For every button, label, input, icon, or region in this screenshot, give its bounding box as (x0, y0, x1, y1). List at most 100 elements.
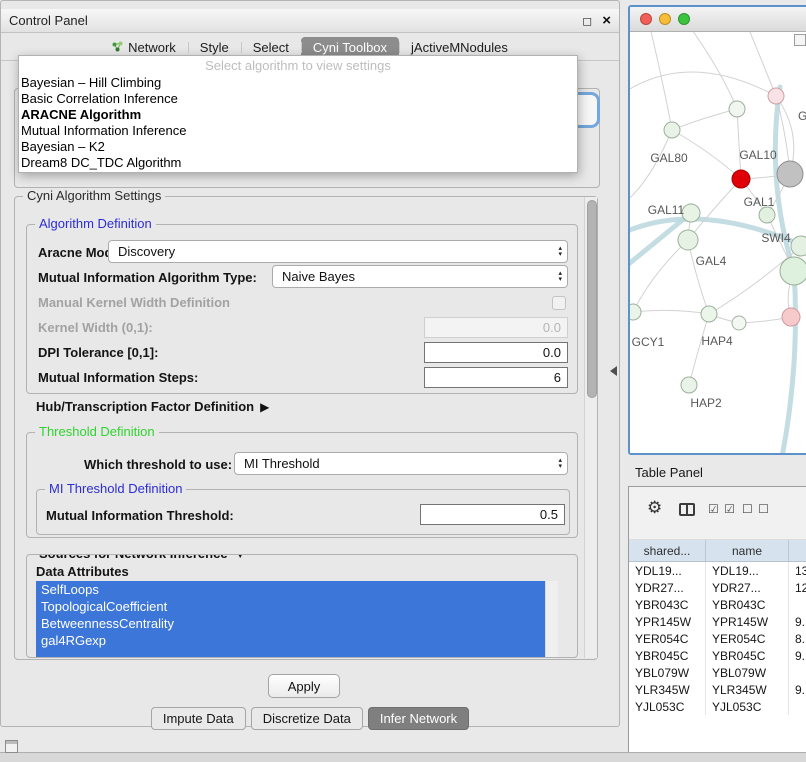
network-node[interactable] (768, 88, 784, 104)
mac-zoom-button[interactable] (678, 13, 690, 25)
view-control-button[interactable] (794, 34, 806, 46)
column-header[interactable]: shared... (629, 540, 706, 561)
list-item[interactable]: BetweennessCentrality (36, 615, 545, 632)
network-node[interactable] (732, 170, 750, 188)
network-node[interactable] (782, 308, 800, 326)
table-cell: 9. (789, 681, 806, 698)
network-node[interactable] (701, 306, 717, 322)
dropdown-item[interactable]: Dream8 DC_TDC Algorithm (19, 155, 577, 171)
manual-kernel-width-label: Manual Kernel Width Definition (38, 295, 230, 310)
table-row[interactable]: YBR045CYBR045C9. (629, 647, 806, 664)
network-node[interactable] (732, 316, 746, 330)
dropdown-item[interactable]: ARACNE Algorithm (19, 107, 577, 123)
data-attributes-label: Data Attributes (36, 564, 129, 579)
bottom-tab-infer-network[interactable]: Infer Network (368, 707, 469, 730)
list-item-partial[interactable] (36, 649, 545, 657)
float-window-icon[interactable]: ◻ (582, 14, 592, 28)
dpi-tolerance-field[interactable] (424, 342, 568, 363)
which-threshold-select[interactable]: MI Threshold ▴▾ (234, 452, 568, 475)
network-edge[interactable] (748, 32, 776, 96)
network-edge[interactable] (688, 240, 709, 314)
select-all-columns-icon[interactable]: ☑ ☑ (708, 502, 736, 516)
network-edge[interactable] (630, 72, 776, 96)
apply-button[interactable]: Apply (268, 674, 340, 698)
kernel-width-field[interactable] (424, 317, 568, 338)
network-node[interactable] (678, 230, 698, 250)
data-attributes-list[interactable]: SelfLoopsTopologicalCoefficientBetweenne… (36, 581, 558, 657)
node-label: GAL11 (648, 203, 685, 217)
manual-kernel-width-checkbox[interactable] (552, 296, 566, 310)
dropdown-item[interactable]: Mutual Information Inference (19, 123, 577, 139)
expanded-arrow-icon[interactable]: ▼ (235, 554, 245, 561)
show-columns-icon[interactable] (679, 503, 695, 516)
mac-close-button[interactable] (640, 13, 652, 25)
network-node[interactable] (759, 207, 775, 223)
mi-steps-label: Mutual Information Steps: (38, 370, 198, 385)
network-edge[interactable] (672, 109, 737, 130)
node-label: GAL4 (696, 254, 727, 268)
table-row[interactable]: YBR043CYBR043C (629, 596, 806, 613)
table-row[interactable]: YPR145WYPR145W9. (629, 613, 806, 630)
list-item[interactable]: TopologicalCoefficient (36, 598, 545, 615)
network-edge[interactable] (633, 310, 709, 314)
table-cell: YBR045C (706, 647, 789, 664)
mi-steps-field[interactable] (424, 367, 568, 388)
network-graph[interactable]: GAL80GAL10GALGAL1GAL11SWI4GAL4GCY1HAP4HA… (630, 32, 806, 453)
panel-collapse-arrow[interactable] (610, 366, 617, 376)
desktop: Control Panel ◻ × NetworkStyleSelectCyni… (0, 0, 806, 762)
network-node[interactable] (681, 377, 697, 393)
control-panel-titlebar[interactable]: Control Panel ◻ × (1, 9, 619, 33)
table-row[interactable]: YJL053CYJL053C (629, 698, 806, 715)
dropdown-item[interactable]: Basic Correlation Inference (19, 91, 577, 107)
table-cell: YDL19... (706, 562, 789, 579)
dropdown-item[interactable]: Bayesian – Hill Climbing (19, 75, 577, 91)
network-edge[interactable] (689, 314, 709, 385)
settings-scrollbar[interactable] (584, 197, 597, 658)
column-header[interactable]: name (706, 540, 789, 561)
table-row[interactable]: YLR345WYLR345W9. (629, 681, 806, 698)
table-cell: YDR27... (706, 579, 789, 596)
close-window-icon[interactable]: × (602, 13, 611, 28)
docked-window-icon[interactable] (5, 740, 18, 753)
table-row[interactable]: YER054CYER054C8. (629, 630, 806, 647)
scrollbar-thumb[interactable] (587, 200, 597, 398)
list-item[interactable]: gal4RGexp (36, 632, 545, 649)
network-node[interactable] (729, 101, 745, 117)
aracne-mode-select[interactable]: Discovery ▴▾ (108, 240, 568, 263)
network-node[interactable] (664, 122, 680, 138)
mac-minimize-button[interactable] (659, 13, 671, 25)
bottom-tab-discretize-data[interactable]: Discretize Data (251, 707, 363, 730)
table-row[interactable]: YDR27...YDR27...12 (629, 579, 806, 596)
hub-definition-section[interactable]: Hub/Transcription Factor Definition ▶ (36, 399, 269, 414)
network-edge[interactable] (630, 130, 672, 202)
mi-algorithm-type-select[interactable]: Naive Bayes ▴▾ (272, 265, 568, 288)
collapsed-arrow-icon[interactable]: ▶ (260, 400, 269, 414)
network-canvas[interactable]: GAL80GAL10GALGAL1GAL11SWI4GAL4GCY1HAP4HA… (630, 32, 806, 453)
network-window-titlebar[interactable] (630, 7, 806, 32)
network-node[interactable] (777, 161, 803, 187)
network-node[interactable] (682, 204, 700, 222)
network-node[interactable] (791, 236, 806, 256)
mi-threshold-field[interactable] (420, 504, 565, 525)
combo-arrows-icon: ▴▾ (558, 458, 562, 470)
table-cell: 12 (789, 579, 806, 596)
bottom-tab-impute-data[interactable]: Impute Data (151, 707, 246, 730)
table-toolbar: ⚙ ☑ ☑ ☐ ☐ (629, 487, 806, 540)
unselect-all-columns-icon[interactable]: ☐ ☐ (742, 502, 770, 516)
attributes-scrollbar[interactable] (545, 581, 558, 657)
list-item[interactable]: SelfLoops (36, 581, 545, 598)
tab-label: Style (200, 40, 229, 55)
column-header[interactable] (789, 540, 806, 561)
table-row[interactable]: YDL19...YDL19...13 (629, 562, 806, 579)
network-edge-thick[interactable] (782, 271, 796, 453)
dropdown-item[interactable]: Bayesian – K2 (19, 139, 577, 155)
network-edge[interactable] (690, 32, 737, 109)
network-edge[interactable] (737, 109, 741, 179)
tab-label: Network (128, 40, 176, 55)
network-node[interactable] (780, 257, 806, 285)
table-header: shared...name (629, 540, 806, 562)
table-row[interactable]: YBL079WYBL079W (629, 664, 806, 681)
gear-icon[interactable]: ⚙ (647, 499, 662, 516)
network-edge[interactable] (650, 32, 672, 130)
network-node[interactable] (630, 304, 641, 320)
